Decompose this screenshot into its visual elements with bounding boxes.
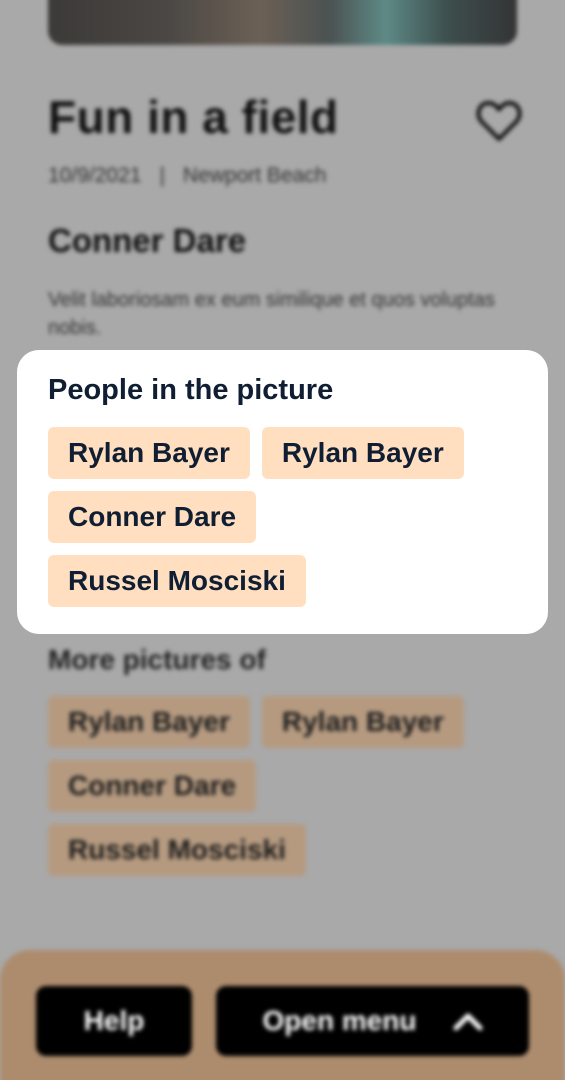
person-tag-rylan-bayer[interactable]: Rylan Bayer [261, 427, 464, 479]
chevron-up-icon [453, 1013, 482, 1031]
photo-title: Fun in a field [48, 91, 339, 143]
photo-location: Newport Beach [182, 164, 327, 187]
person-tag[interactable]: Rylan Bayer [48, 696, 250, 748]
person-tag[interactable]: Conner Dare [48, 760, 257, 812]
open-menu-button[interactable]: Open menu [216, 986, 529, 1056]
photo-meta: 10/9/2021 | Newport Beach [48, 164, 326, 188]
photo-description: Velit laboriosam ex eum similique et quo… [48, 289, 495, 339]
people-in-picture-modal: People in the picture Rylan Bayer Rylan … [17, 350, 548, 634]
photo-preview[interactable] [48, 0, 517, 45]
person-tag[interactable]: Russel Mosciski [48, 824, 306, 876]
heart-icon[interactable] [476, 100, 522, 142]
modal-heading: People in the picture [48, 374, 334, 406]
person-tag-russel-mosciski[interactable]: Russel Mosciski [48, 555, 306, 607]
photo-detail-screen: Fun in a field 10/9/2021 | Newport Beach C… [0, 0, 565, 1080]
help-button[interactable]: Help [36, 986, 192, 1056]
open-menu-label: Open menu [262, 1005, 417, 1036]
photo-date: 10/9/2021 [48, 164, 142, 187]
person-tag-conner-dare[interactable]: Conner Dare [48, 491, 257, 543]
more-pictures-tags: Rylan Bayer Rylan Bayer Conner Dare Russ… [48, 696, 488, 876]
more-pictures-heading: More pictures of [48, 644, 266, 675]
meta-separator: | [159, 164, 165, 187]
photo-author[interactable]: Conner Dare [48, 222, 246, 260]
person-tag-rylan-bayer[interactable]: Rylan Bayer [48, 427, 250, 479]
people-tags: Rylan Bayer Rylan Bayer Conner Dare Russ… [48, 427, 488, 607]
help-button-label: Help [83, 1005, 145, 1036]
person-tag[interactable]: Rylan Bayer [261, 696, 464, 748]
